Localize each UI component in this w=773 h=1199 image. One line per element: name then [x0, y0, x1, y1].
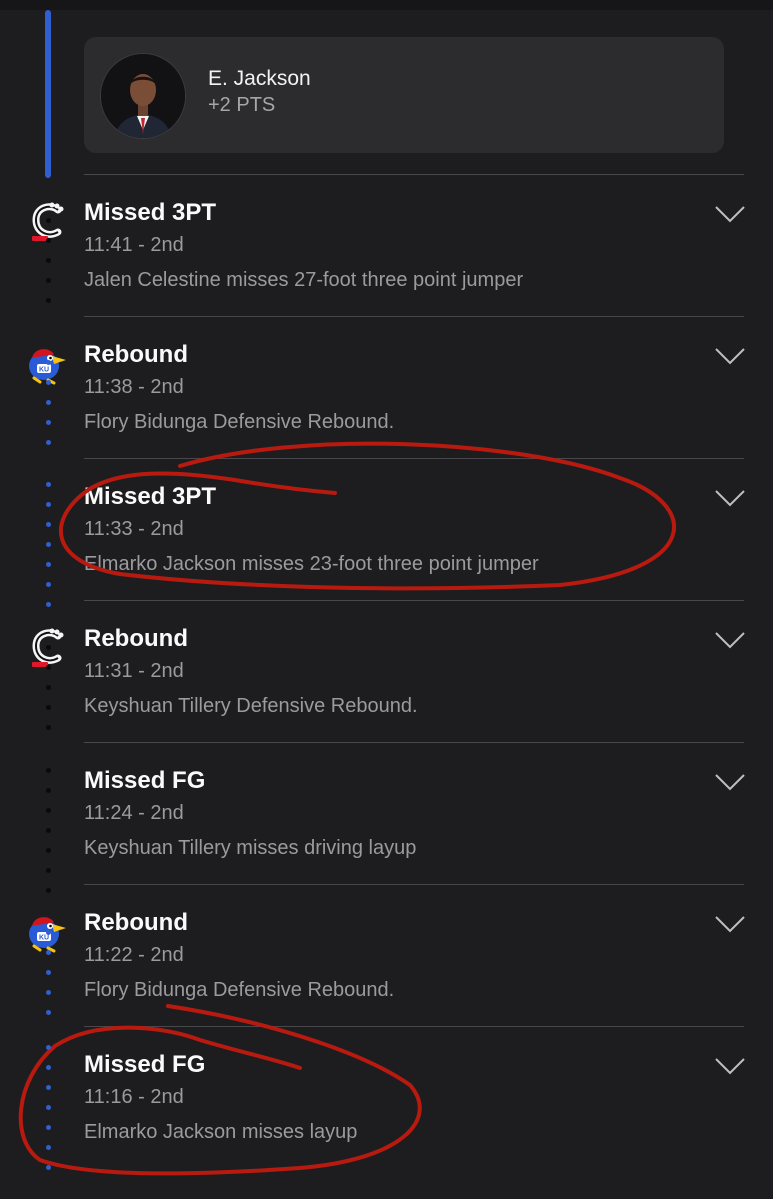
- timeline-dot: [46, 1105, 51, 1110]
- timeline-dot: [46, 665, 51, 670]
- timeline-dot: [46, 685, 51, 690]
- row-divider: [84, 600, 744, 601]
- timeline-dot: [46, 562, 51, 567]
- timeline-dot: [46, 1010, 51, 1015]
- play-description: Elmarko Jackson misses layup: [84, 1121, 358, 1143]
- play-time: 11:33 - 2nd: [84, 518, 184, 540]
- timeline-dot: [46, 218, 51, 223]
- scorer-points: +2 PTS: [208, 94, 276, 116]
- play-row[interactable]: Missed 3PT 11:33 - 2nd Elmarko Jackson mis…: [0, 458, 773, 600]
- chevron-down-icon[interactable]: [713, 772, 747, 792]
- timeline-dot: [46, 950, 51, 955]
- top-strip: [0, 0, 773, 10]
- timeline-dot: [46, 602, 51, 607]
- timeline-dot: [46, 930, 51, 935]
- scorer-card[interactable]: E. Jackson +2 PTS: [84, 37, 724, 153]
- play-title: Rebound: [84, 909, 188, 936]
- row-divider: [84, 458, 744, 459]
- timeline-dot: [46, 440, 51, 445]
- timeline-dot: [46, 868, 51, 873]
- timeline-dot: [46, 542, 51, 547]
- play-title: Missed 3PT: [84, 199, 217, 226]
- timeline-dot: [46, 645, 51, 650]
- timeline-dot: [46, 725, 51, 730]
- play-row[interactable]: Missed 3PT 11:41 - 2nd Jalen Celestine mis…: [0, 174, 773, 316]
- timeline-dot: [46, 1065, 51, 1070]
- timeline-dot: [46, 1145, 51, 1150]
- play-time: 11:24 - 2nd: [84, 802, 184, 824]
- play-description: Keyshuan Tillery misses driving layup: [84, 837, 417, 859]
- timeline-dot: [46, 768, 51, 773]
- row-divider: [84, 316, 744, 317]
- timeline-dot: [46, 828, 51, 833]
- svg-text:KU: KU: [39, 367, 49, 374]
- row-divider: [84, 1026, 744, 1027]
- timeline-dot: [46, 1125, 51, 1130]
- chevron-down-icon[interactable]: [713, 488, 747, 508]
- timeline-dot: [46, 400, 51, 405]
- play-row[interactable]: Missed FG 11:24 - 2nd Keyshuan Tillery mis…: [0, 742, 773, 884]
- timeline-dot: [46, 278, 51, 283]
- timeline-dot: [46, 238, 51, 243]
- timeline-dot: [46, 502, 51, 507]
- play-description: Jalen Celestine misses 27-foot three poi…: [84, 269, 524, 291]
- timeline-dot: [46, 990, 51, 995]
- svg-text:KU: KU: [39, 935, 49, 942]
- play-row[interactable]: Rebound 11:38 - 2nd Flory Bidunga Defensiv…: [0, 316, 773, 458]
- play-title: Rebound: [84, 341, 188, 368]
- timeline-dot: [46, 705, 51, 710]
- timeline-scoring-bar: [45, 10, 51, 178]
- timeline-dot: [46, 788, 51, 793]
- chevron-down-icon[interactable]: [713, 346, 747, 366]
- play-time: 11:22 - 2nd: [84, 944, 184, 966]
- play-title: Missed FG: [84, 1051, 206, 1078]
- chevron-down-icon[interactable]: [713, 630, 747, 650]
- chevron-down-icon[interactable]: [713, 204, 747, 224]
- timeline-dot: [46, 582, 51, 587]
- play-row[interactable]: Missed FG 11:16 - 2nd Elmarko Jackson miss…: [0, 1026, 773, 1168]
- timeline-dot: [46, 1165, 51, 1170]
- play-title: Rebound: [84, 625, 188, 652]
- timeline-dot: [46, 380, 51, 385]
- timeline-dot: [46, 1085, 51, 1090]
- timeline-dot: [46, 970, 51, 975]
- chevron-down-icon[interactable]: [713, 914, 747, 934]
- play-row[interactable]: Rebound 11:22 - 2nd Flory Bidunga Defensiv…: [0, 884, 773, 1026]
- row-divider: [84, 742, 744, 743]
- timeline-dot: [46, 298, 51, 303]
- play-time: 11:38 - 2nd: [84, 376, 184, 398]
- timeline-dot: [46, 420, 51, 425]
- timeline-dot: [46, 808, 51, 813]
- timeline-dot: [46, 360, 51, 365]
- play-row[interactable]: Rebound 11:31 - 2nd Keyshuan Tillery Defen…: [0, 600, 773, 742]
- row-divider: [84, 884, 744, 885]
- timeline-dot: [46, 522, 51, 527]
- row-divider: [84, 174, 744, 175]
- timeline-dot: [46, 482, 51, 487]
- timeline-dot: [46, 1045, 51, 1050]
- play-description: Elmarko Jackson misses 23-foot three poi…: [84, 553, 539, 575]
- play-time: 11:16 - 2nd: [84, 1086, 184, 1108]
- chevron-down-icon[interactable]: [713, 1056, 747, 1076]
- timeline-dot: [46, 848, 51, 853]
- timeline-dot: [46, 888, 51, 893]
- play-description: Keyshuan Tillery Defensive Rebound.: [84, 695, 418, 717]
- play-time: 11:31 - 2nd: [84, 660, 184, 682]
- play-description: Flory Bidunga Defensive Rebound.: [84, 411, 395, 433]
- player-avatar: [100, 53, 186, 139]
- play-time: 11:41 - 2nd: [84, 234, 184, 256]
- play-title: Missed 3PT: [84, 483, 217, 510]
- play-description: Flory Bidunga Defensive Rebound.: [84, 979, 395, 1001]
- play-title: Missed FG: [84, 767, 206, 794]
- scorer-name: E. Jackson: [208, 67, 311, 90]
- timeline-dot: [46, 258, 51, 263]
